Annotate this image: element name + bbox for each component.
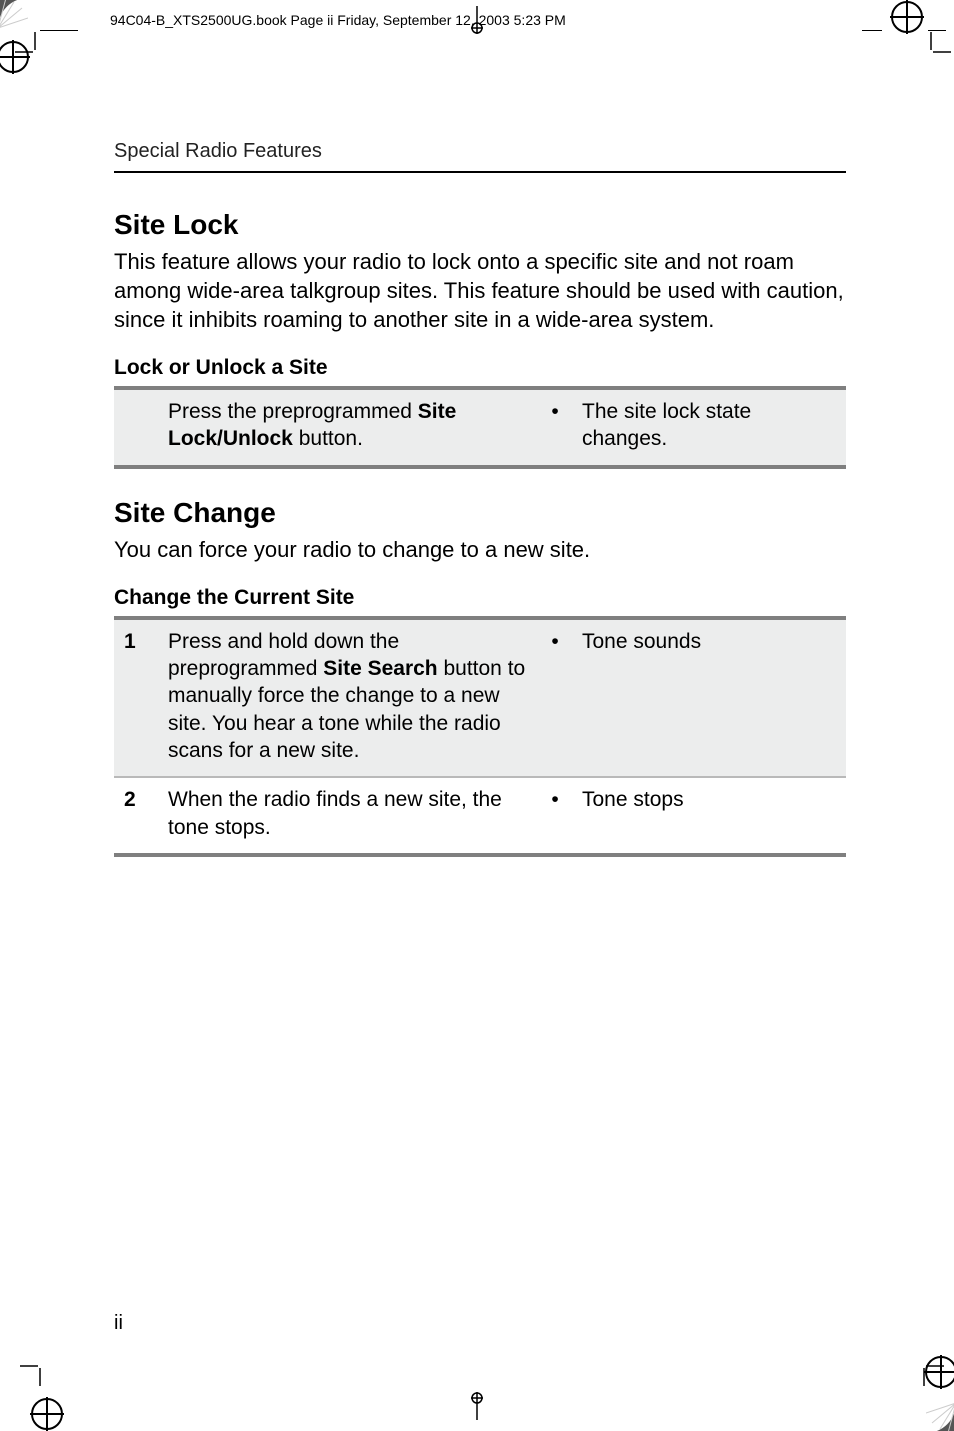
crop-mark-icon — [20, 1358, 48, 1386]
ornament-fan-icon — [926, 1403, 954, 1431]
bullet-icon: • — [538, 620, 576, 777]
step-number — [114, 390, 162, 467]
table-row: 1 Press and hold down the preprogrammed … — [114, 620, 846, 777]
text: Press the preprogrammed — [168, 400, 418, 423]
subhead-change-site: Change the Current Site — [114, 586, 846, 610]
crop-mark-icon — [15, 32, 43, 60]
register-circle-icon — [30, 1397, 64, 1431]
head-rule — [114, 171, 846, 173]
crop-mark-icon — [916, 1358, 944, 1386]
running-head: Special Radio Features — [114, 140, 846, 163]
crop-mark-icon — [923, 32, 951, 60]
step-action: Press and hold down the preprogrammed Si… — [162, 620, 538, 777]
step-action: Press the preprogrammed Site Lock/Unlock… — [162, 390, 538, 467]
section-title-site-change: Site Change — [114, 497, 846, 529]
ornament-fan-icon — [0, 0, 28, 28]
text-bold: Site Search — [323, 657, 437, 680]
step-number: 2 — [114, 777, 162, 855]
page-number: ii — [114, 1312, 123, 1335]
print-header-filename: 94C04-B_XTS2500UG.book Page ii Friday, S… — [110, 12, 566, 28]
text: button. — [293, 427, 363, 450]
table-row: 2 When the radio finds a new site, the t… — [114, 777, 846, 855]
step-action: When the radio finds a new site, the ton… — [162, 777, 538, 855]
section-body-site-lock: This feature allows your radio to lock o… — [114, 247, 846, 334]
section-body-site-change: You can force your radio to change to a … — [114, 535, 846, 564]
text: When the radio finds a new site, the ton… — [168, 788, 502, 838]
step-number: 1 — [114, 620, 162, 777]
table-row: Press the preprogrammed Site Lock/Unlock… — [114, 390, 846, 467]
procedure-table-change: 1 Press and hold down the preprogrammed … — [114, 620, 846, 857]
step-result: Tone stops — [576, 777, 846, 855]
register-circle-icon — [890, 0, 924, 34]
crop-mark-icon — [457, 1392, 497, 1425]
bullet-icon: • — [538, 777, 576, 855]
section-title-site-lock: Site Lock — [114, 209, 846, 241]
procedure-table-lock: Press the preprogrammed Site Lock/Unlock… — [114, 390, 846, 469]
step-result: The site lock state changes. — [576, 390, 846, 467]
bullet-icon: • — [538, 390, 576, 467]
content-column: Special Radio Features Site Lock This fe… — [114, 140, 846, 885]
ornament-line-icon — [40, 30, 78, 31]
ornament-line-icon — [862, 30, 882, 31]
page: 94C04-B_XTS2500UG.book Page ii Friday, S… — [0, 0, 954, 1431]
ornament-line-icon — [928, 30, 946, 31]
step-result: Tone sounds — [576, 620, 846, 777]
subhead-lock-unlock: Lock or Unlock a Site — [114, 356, 846, 380]
